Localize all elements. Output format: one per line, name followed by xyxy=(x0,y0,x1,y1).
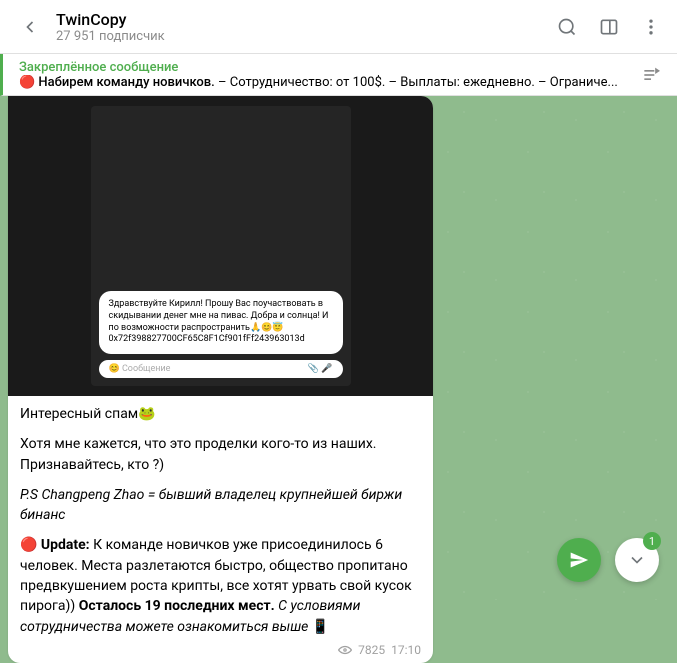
back-button[interactable] xyxy=(12,9,48,45)
subscriber-count: 27 951 подписчик xyxy=(56,29,553,44)
message-meta: 7825 17:10 xyxy=(8,643,433,663)
inner-screenshot: Здравствуйте Кирилл! Прошу Вас поучаство… xyxy=(91,106,351,386)
unread-badge: 1 xyxy=(643,532,661,550)
pinned-text: 🔴 Набирем команду новичков. – Сотрудниче… xyxy=(19,75,633,90)
message-media[interactable]: Здравствуйте Кирилл! Прошу Вас поучаство… xyxy=(8,96,433,396)
more-icon[interactable] xyxy=(637,13,665,41)
inner-input: 😊 Сообщение 📎 🎤 xyxy=(99,360,343,378)
chat-area: Здравствуйте Кирилл! Прошу Вас поучаство… xyxy=(0,96,677,600)
view-count: 7825 xyxy=(358,643,385,657)
views-icon xyxy=(338,645,352,655)
pinned-message[interactable]: Закреплённое сообщение 🔴 Набирем команду… xyxy=(0,54,677,96)
message-time: 17:10 xyxy=(391,643,421,657)
inner-bubble-text: Здравствуйте Кирилл! Прошу Вас поучаство… xyxy=(99,291,343,354)
sidebar-icon[interactable] xyxy=(595,13,623,41)
channel-name: TwinCopy xyxy=(56,10,553,29)
send-button[interactable] xyxy=(557,538,601,582)
pinned-title: Закреплённое сообщение xyxy=(19,60,633,75)
search-icon[interactable] xyxy=(553,13,581,41)
pinned-list-icon[interactable] xyxy=(641,65,661,85)
channel-header: TwinCopy 27 951 подписчик xyxy=(0,0,677,54)
scroll-down-button[interactable]: 1 xyxy=(615,538,659,582)
channel-info[interactable]: TwinCopy 27 951 подписчик xyxy=(56,10,553,44)
